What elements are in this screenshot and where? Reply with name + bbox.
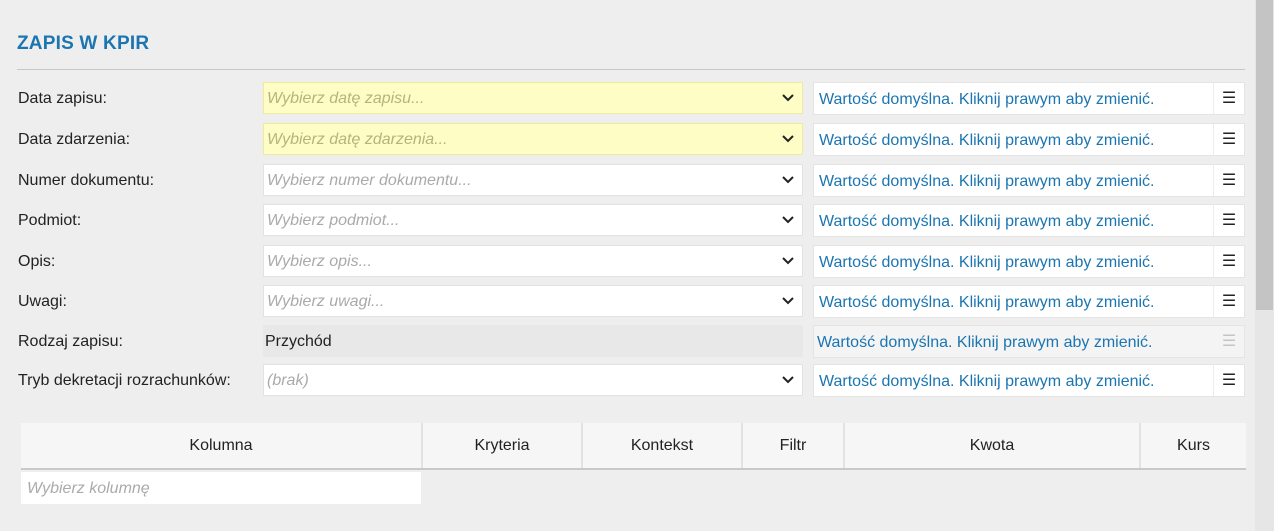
select-placeholder: Wybierz podmiot... [267, 212, 400, 229]
hamburger-menu-icon[interactable]: ☰ [1213, 246, 1244, 277]
chevron-down-icon [782, 297, 794, 305]
select-placeholder: Wybierz opis... [267, 253, 372, 270]
chevron-down-icon [782, 216, 794, 224]
chevron-down-icon [782, 257, 794, 265]
hamburger-menu-icon: ☰ [1221, 333, 1237, 350]
column-header-kwota[interactable]: Kwota [845, 423, 1141, 469]
hamburger-menu-icon[interactable]: ☰ [1213, 205, 1244, 236]
event-date-select[interactable]: Wybierz datę zdarzenia... [263, 123, 803, 155]
settlement-mode-select[interactable]: (brak) [263, 364, 803, 396]
chevron-down-icon [782, 94, 794, 102]
field-row-rodzaj-zapisu: Rodzaj zapisu: Przychód Wartość domyślna… [0, 325, 1255, 359]
hamburger-menu-icon[interactable]: ☰ [1213, 286, 1244, 317]
field-label: Opis: [18, 253, 56, 270]
column-picker-input[interactable]: Wybierz kolumnę [21, 472, 421, 504]
field-row-numer-dokumentu: Numer dokumentu: Wybierz numer dokumentu… [0, 164, 1255, 198]
hamburger-menu-icon[interactable]: ☰ [1213, 83, 1244, 114]
field-label: Numer dokumentu: [18, 172, 155, 189]
default-value-text: Wartość domyślna. Kliknij prawym aby zmi… [817, 334, 1153, 351]
chevron-down-icon [782, 135, 794, 143]
entry-type-value: Przychód [263, 325, 803, 357]
column-header-kolumna[interactable]: Kolumna [21, 423, 423, 469]
field-label: Rodzaj zapisu: [18, 333, 123, 350]
default-value-text: Wartość domyślna. Kliknij prawym aby zmi… [819, 254, 1155, 271]
entry-type-text: Przychód [265, 333, 332, 350]
select-placeholder: Wybierz numer dokumentu... [267, 172, 472, 189]
entity-select[interactable]: Wybierz podmiot... [263, 204, 803, 236]
field-label: Podmiot: [18, 212, 82, 229]
select-placeholder: Wybierz datę zapisu... [267, 90, 425, 107]
default-value-text: Wartość domyślna. Kliknij prawym aby zmi… [819, 213, 1155, 230]
description-select[interactable]: Wybierz opis... [263, 245, 803, 277]
hamburger-menu-icon[interactable]: ☰ [1213, 124, 1244, 155]
field-label: Data zapisu: [18, 90, 107, 107]
chevron-down-icon [782, 176, 794, 184]
chevron-down-icon [782, 376, 794, 384]
default-value-box[interactable]: Wartość domyślna. Kliknij prawym aby zmi… [813, 325, 1245, 358]
column-header-kryteria[interactable]: Kryteria [423, 423, 583, 469]
column-header-kontekst[interactable]: Kontekst [583, 423, 743, 469]
default-value-text: Wartość domyślna. Kliknij prawym aby zmi… [819, 132, 1155, 149]
field-label: Data zdarzenia: [18, 131, 131, 148]
remarks-select[interactable]: Wybierz uwagi... [263, 285, 803, 317]
field-row-opis: Opis: Wybierz opis... Wartość domyślna. … [0, 245, 1255, 279]
default-value-box[interactable]: Wartość domyślna. Kliknij prawym aby zmi… [813, 123, 1245, 156]
section-divider [17, 69, 1245, 70]
section-title: ZAPIS W KPIR [17, 33, 150, 54]
default-value-text: Wartość domyślna. Kliknij prawym aby zmi… [819, 373, 1155, 390]
field-row-podmiot: Podmiot: Wybierz podmiot... Wartość domy… [0, 204, 1255, 238]
hamburger-menu-icon[interactable]: ☰ [1213, 365, 1244, 396]
default-value-text: Wartość domyślna. Kliknij prawym aby zmi… [819, 173, 1155, 190]
default-value-text: Wartość domyślna. Kliknij prawym aby zmi… [819, 91, 1155, 108]
scrollbar-thumb[interactable] [1256, 0, 1273, 310]
document-number-select[interactable]: Wybierz numer dokumentu... [263, 164, 803, 196]
field-row-uwagi: Uwagi: Wybierz uwagi... Wartość domyślna… [0, 285, 1255, 319]
default-value-box[interactable]: Wartość domyślna. Kliknij prawym aby zmi… [813, 164, 1245, 197]
column-picker-placeholder: Wybierz kolumnę [27, 480, 150, 497]
grid-header: Kolumna Kryteria Kontekst Filtr Kwota Ku… [21, 423, 1246, 469]
default-value-box[interactable]: Wartość domyślna. Kliknij prawym aby zmi… [813, 245, 1245, 278]
vertical-scrollbar[interactable] [1255, 0, 1274, 531]
date-entry-select[interactable]: Wybierz datę zapisu... [263, 82, 803, 114]
field-row-tryb-dekretacji: Tryb dekretacji rozrachunków: (brak) War… [0, 364, 1255, 398]
grid-header-divider [21, 468, 1246, 470]
default-value-box[interactable]: Wartość domyślna. Kliknij prawym aby zmi… [813, 82, 1245, 115]
default-value-box[interactable]: Wartość domyślna. Kliknij prawym aby zmi… [813, 204, 1245, 237]
select-placeholder: (brak) [267, 372, 309, 389]
field-row-data-zdarzenia: Data zdarzenia: Wybierz datę zdarzenia..… [0, 123, 1255, 157]
select-placeholder: Wybierz uwagi... [267, 293, 385, 310]
select-placeholder: Wybierz datę zdarzenia... [267, 131, 448, 148]
default-value-box[interactable]: Wartość domyślna. Kliknij prawym aby zmi… [813, 364, 1245, 397]
field-label: Uwagi: [18, 293, 67, 310]
hamburger-menu-icon[interactable]: ☰ [1213, 165, 1244, 196]
field-row-data-zapisu: Data zapisu: Wybierz datę zapisu... Wart… [0, 82, 1255, 116]
default-value-box[interactable]: Wartość domyślna. Kliknij prawym aby zmi… [813, 285, 1245, 318]
field-label: Tryb dekretacji rozrachunków: [18, 372, 231, 389]
default-value-text: Wartość domyślna. Kliknij prawym aby zmi… [819, 294, 1155, 311]
column-header-filtr[interactable]: Filtr [743, 423, 845, 469]
column-header-kurs[interactable]: Kurs [1141, 423, 1246, 469]
